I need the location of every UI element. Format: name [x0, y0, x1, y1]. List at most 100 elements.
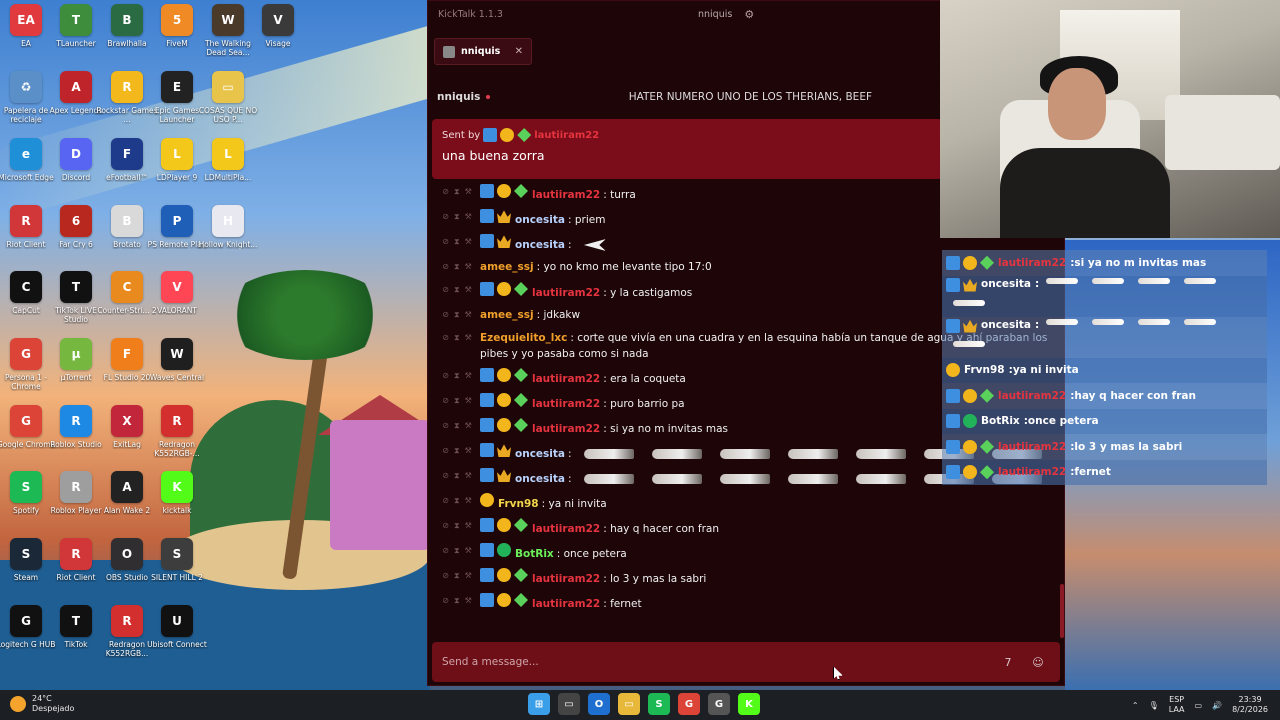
- timeout-icon[interactable]: ⧗: [454, 468, 460, 484]
- ban-icon[interactable]: ⊘: [442, 468, 449, 484]
- desktop-icon[interactable]: 5 FiveM: [153, 4, 201, 48]
- spotify-icon[interactable]: S: [648, 693, 670, 715]
- ban-icon[interactable]: ⊘: [442, 568, 449, 584]
- desktop-icon[interactable]: T TikTok LIVE Studio: [52, 271, 100, 324]
- desktop-icon[interactable]: µ µTorrent: [52, 338, 100, 382]
- gear-icon[interactable]: ⚙: [744, 8, 754, 21]
- start-icon[interactable]: ⊞: [528, 693, 550, 715]
- timeout-icon[interactable]: ⧗: [454, 330, 460, 346]
- desktop-icon[interactable]: D Discord: [52, 138, 100, 182]
- desktop-icon[interactable]: T TLauncher: [52, 4, 100, 48]
- emote-image[interactable]: [719, 474, 770, 484]
- pinned-message[interactable]: Sent by lautiiram22 una buena zorra: [432, 119, 942, 179]
- hammer-icon[interactable]: ⚒: [465, 368, 472, 384]
- pinned-sender[interactable]: lautiiram22: [534, 130, 599, 141]
- desktop-icon[interactable]: P PS Remote Play: [148, 205, 206, 249]
- emote-image[interactable]: [651, 449, 702, 459]
- timeout-icon[interactable]: ⧗: [454, 543, 460, 559]
- message-username[interactable]: BotRix: [515, 548, 554, 560]
- emote-image[interactable]: [583, 239, 606, 251]
- timeout-icon[interactable]: ⧗: [454, 234, 460, 250]
- hammer-icon[interactable]: ⚒: [465, 493, 472, 509]
- ban-icon[interactable]: ⊘: [442, 493, 449, 509]
- desktop-icon[interactable]: V VALORANT: [153, 271, 201, 315]
- message-username[interactable]: lautiiram22: [532, 523, 600, 535]
- ban-icon[interactable]: ⊘: [442, 209, 449, 225]
- desktop-icon[interactable]: L LDPlayer 9: [153, 138, 201, 182]
- ban-icon[interactable]: ⊘: [442, 593, 449, 609]
- desktop-icon[interactable]: 6 Far Cry 6: [52, 205, 100, 249]
- ban-icon[interactable]: ⊘: [442, 368, 449, 384]
- seventv-emote-icon[interactable]: 7: [996, 650, 1020, 674]
- desktop-icon[interactable]: V Visage: [254, 4, 302, 48]
- hammer-icon[interactable]: ⚒: [465, 418, 472, 434]
- desktop-icon[interactable]: R Riot Client: [52, 538, 100, 582]
- hammer-icon[interactable]: ⚒: [465, 393, 472, 409]
- hammer-icon[interactable]: ⚒: [465, 518, 472, 534]
- emote-image[interactable]: [855, 449, 906, 459]
- message-username[interactable]: lautiiram22: [532, 423, 600, 435]
- hammer-icon[interactable]: ⚒: [465, 593, 472, 609]
- chat-message[interactable]: ⊘ ⧗ ⚒ lautiiram22: fernet: [434, 590, 1060, 615]
- desktop-icon[interactable]: W Waves Central: [150, 338, 204, 382]
- desktop-icon[interactable]: G Persona 1 - Chrome: [2, 338, 50, 391]
- kicktalk-icon[interactable]: K: [738, 693, 760, 715]
- chat-message[interactable]: ⊘ ⧗ ⚒ Frvn98: ya ni invita: [434, 490, 1060, 515]
- timeout-icon[interactable]: ⧗: [454, 184, 460, 200]
- chrome-icon[interactable]: G: [678, 693, 700, 715]
- emote-image[interactable]: [787, 474, 838, 484]
- outlook-icon[interactable]: O: [588, 693, 610, 715]
- timeout-icon[interactable]: ⧗: [454, 209, 460, 225]
- ban-icon[interactable]: ⊘: [442, 234, 449, 250]
- ban-icon[interactable]: ⊘: [442, 184, 449, 200]
- task-view-icon[interactable]: ▭: [558, 693, 580, 715]
- message-username[interactable]: oncesita: [515, 473, 565, 485]
- desktop-icon[interactable]: Kkicktalk: [153, 471, 201, 515]
- hammer-icon[interactable]: ⚒: [465, 330, 472, 346]
- hammer-icon[interactable]: ⚒: [465, 543, 472, 559]
- chat-message[interactable]: ⊘ ⧗ ⚒ BotRix: once petera: [434, 540, 1060, 565]
- language-indicator[interactable]: ESP LAA: [1169, 695, 1185, 715]
- emote-image[interactable]: [583, 449, 634, 459]
- desktop-icon[interactable]: R Redragon K552RGB-...: [153, 405, 201, 458]
- chat-scrollbar[interactable]: [1060, 584, 1064, 638]
- message-username[interactable]: lautiiram22: [532, 373, 600, 385]
- timeout-icon[interactable]: ⧗: [454, 259, 460, 275]
- chevron-up-icon[interactable]: ⌃: [1132, 701, 1139, 710]
- hammer-icon[interactable]: ⚒: [465, 209, 472, 225]
- hammer-icon[interactable]: ⚒: [465, 282, 472, 298]
- desktop-icon[interactable]: E Epic Games Launcher: [153, 71, 201, 124]
- message-username[interactable]: lautiiram22: [532, 398, 600, 410]
- ban-icon[interactable]: ⊘: [442, 282, 449, 298]
- message-username[interactable]: oncesita: [515, 239, 565, 251]
- current-user-button[interactable]: nniquis: [698, 9, 732, 20]
- file-explorer-icon[interactable]: ▭: [618, 693, 640, 715]
- chat-message-input[interactable]: [442, 656, 990, 668]
- chrome-persona-icon[interactable]: G: [708, 693, 730, 715]
- desktop-icon[interactable]: A Apex Legends: [50, 71, 102, 115]
- hammer-icon[interactable]: ⚒: [465, 468, 472, 484]
- message-username[interactable]: lautiiram22: [532, 287, 600, 299]
- ban-icon[interactable]: ⊘: [442, 518, 449, 534]
- ban-icon[interactable]: ⊘: [442, 418, 449, 434]
- desktop-icon[interactable]: H Hollow Knight...: [199, 205, 257, 249]
- desktop-icon[interactable]: R Roblox Player: [51, 471, 101, 515]
- timeout-icon[interactable]: ⧗: [454, 307, 460, 323]
- timeout-icon[interactable]: ⧗: [454, 593, 460, 609]
- hammer-icon[interactable]: ⚒: [465, 259, 472, 275]
- message-username[interactable]: Ezequielito_lxc: [480, 332, 567, 344]
- hammer-icon[interactable]: ⚒: [465, 234, 472, 250]
- ban-icon[interactable]: ⊘: [442, 543, 449, 559]
- ban-icon[interactable]: ⊘: [442, 443, 449, 459]
- hammer-icon[interactable]: ⚒: [465, 184, 472, 200]
- emote-image[interactable]: [855, 474, 906, 484]
- ban-icon[interactable]: ⊘: [442, 259, 449, 275]
- close-icon[interactable]: ✕: [515, 46, 523, 57]
- message-username[interactable]: lautiiram22: [532, 598, 600, 610]
- message-username[interactable]: oncesita: [515, 448, 565, 460]
- ban-icon[interactable]: ⊘: [442, 393, 449, 409]
- weather-widget[interactable]: 24°C Despejado: [10, 694, 74, 714]
- chat-message[interactable]: ⊘ ⧗ ⚒ lautiiram22: lo 3 y mas la sabri: [434, 565, 1060, 590]
- timeout-icon[interactable]: ⧗: [454, 393, 460, 409]
- message-username[interactable]: oncesita: [515, 214, 565, 226]
